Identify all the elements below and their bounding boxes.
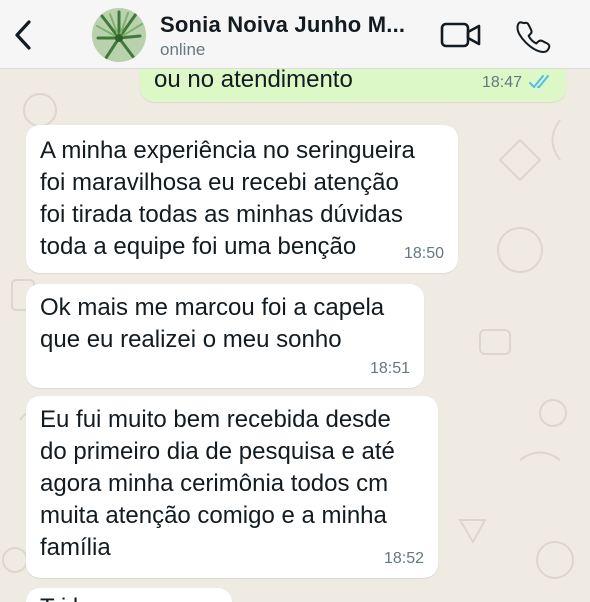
message-incoming[interactable]: Ok mais me marcou foi a capela que eu re…	[26, 284, 424, 388]
chevron-left-icon[interactable]	[10, 18, 36, 52]
contact-name[interactable]: Sonia Noiva Junho M...	[160, 12, 405, 38]
message-time: 18:51	[369, 360, 410, 377]
message-text: Eu fui muito bem recebida desde do prime…	[40, 406, 395, 561]
double-check-icon	[529, 75, 549, 88]
chat-header: Sonia Noiva Junho M... online	[0, 0, 590, 69]
message-text: Ok mais me marcou foi a capela que eu re…	[40, 294, 385, 353]
message-time: 18:52	[383, 550, 424, 567]
message-time: 18:47	[481, 74, 522, 91]
message-incoming[interactable]: A minha experiência no seringueira foi m…	[26, 125, 458, 273]
message-incoming[interactable]: Eu fui muito bem recebida desde do prime…	[26, 396, 438, 578]
message-text: T i l	[40, 592, 78, 602]
video-call-icon[interactable]	[440, 20, 482, 50]
avatar-image	[92, 8, 146, 62]
message-incoming[interactable]: T i l	[26, 588, 232, 602]
phone-call-icon[interactable]	[515, 18, 551, 54]
chat-area[interactable]: ou no atendimento 18:47 A minha experiên…	[0, 0, 590, 602]
avatar[interactable]	[92, 8, 146, 62]
message-text: A minha experiência no seringueira foi m…	[40, 137, 415, 260]
contact-status: online	[160, 40, 206, 59]
message-time: 18:50	[403, 245, 444, 262]
